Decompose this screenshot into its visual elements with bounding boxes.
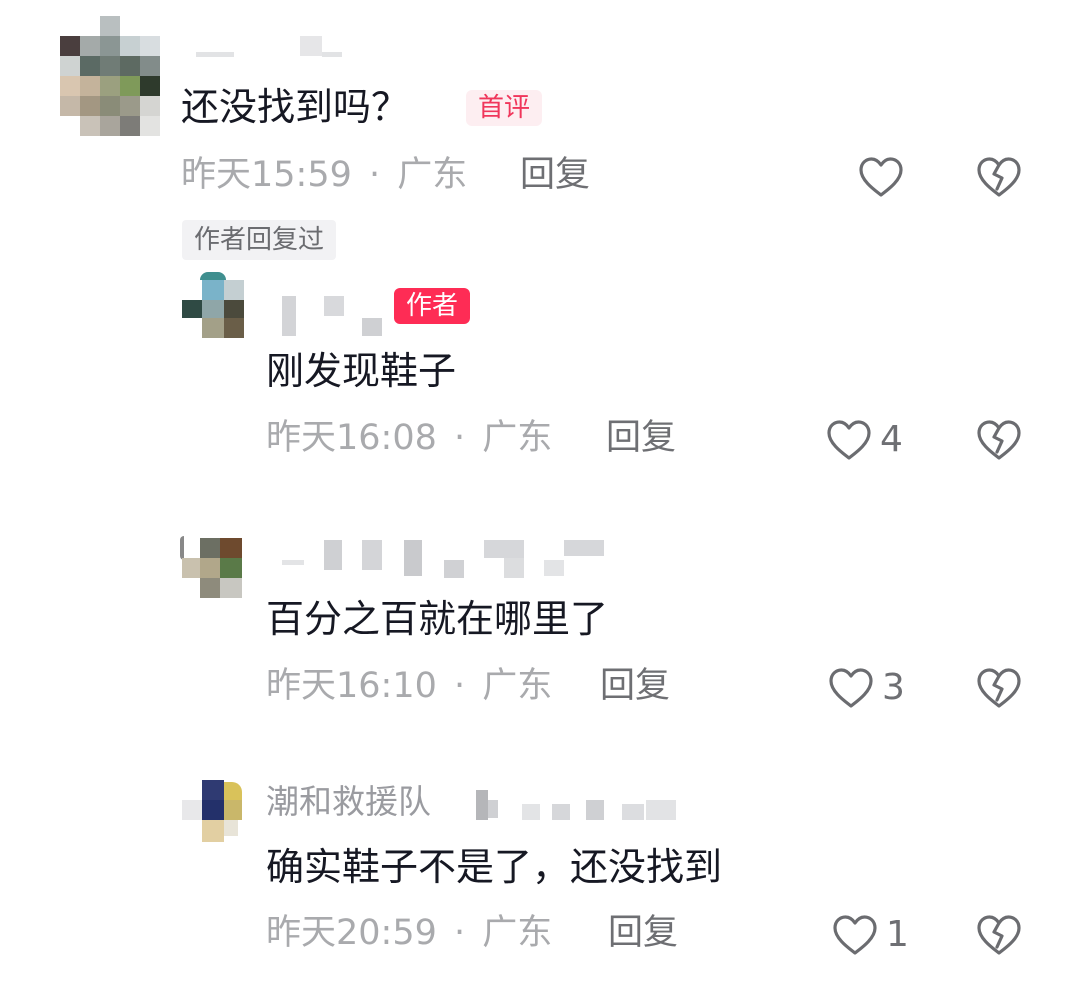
reply-button[interactable]: 回复 bbox=[606, 421, 676, 456]
comment-time: 昨天20:59 bbox=[266, 913, 437, 953]
avatar[interactable] bbox=[60, 16, 162, 138]
broken-heart-icon[interactable] bbox=[976, 156, 1022, 198]
broken-heart-icon[interactable] bbox=[976, 667, 1022, 709]
comment-time: 昨天16:10 bbox=[266, 666, 437, 706]
like-count: 1 bbox=[886, 914, 909, 955]
comment-text: 还没找到吗？ bbox=[181, 85, 410, 129]
like-count: 4 bbox=[880, 419, 903, 460]
avatar[interactable] bbox=[180, 532, 244, 602]
heart-outline-icon[interactable] bbox=[826, 419, 872, 461]
comment-location: 广东 bbox=[482, 418, 553, 458]
heart-outline-icon[interactable] bbox=[858, 156, 904, 198]
comment-meta: 昨天15:59 · 广东 bbox=[181, 158, 467, 193]
comment-text: 刚发现鞋子 bbox=[266, 349, 457, 393]
author-replied-tag: 作者回复过 bbox=[182, 220, 337, 260]
first-comment-badge: 首评 bbox=[466, 90, 543, 126]
comment-meta: 昨天16:10 · 广东 bbox=[266, 669, 552, 704]
comment-time: 昨天15:59 bbox=[181, 155, 352, 195]
like-count: 3 bbox=[882, 667, 905, 708]
meta-separator: · bbox=[454, 666, 466, 706]
meta-separator: · bbox=[454, 913, 466, 953]
author-badge: 作者 bbox=[394, 288, 471, 324]
avatar[interactable] bbox=[182, 780, 244, 844]
reply-button[interactable]: 回复 bbox=[600, 669, 670, 704]
comment-location: 广东 bbox=[482, 913, 553, 953]
broken-heart-icon[interactable] bbox=[976, 914, 1022, 956]
username[interactable]: 潮和救援队 bbox=[266, 785, 431, 818]
reply-button[interactable]: 回复 bbox=[608, 916, 678, 951]
comment-location: 广东 bbox=[482, 666, 553, 706]
comment-meta: 昨天16:08 · 广东 bbox=[266, 421, 552, 456]
meta-separator: · bbox=[369, 155, 381, 195]
broken-heart-icon[interactable] bbox=[976, 419, 1022, 461]
comment-time: 昨天16:08 bbox=[266, 418, 437, 458]
heart-outline-icon[interactable] bbox=[832, 914, 878, 956]
reply-button[interactable]: 回复 bbox=[520, 158, 590, 193]
comment-text: 百分之百就在哪里了 bbox=[266, 597, 609, 641]
comment-meta: 昨天20:59 · 广东 bbox=[266, 916, 552, 951]
comment-text: 确实鞋子不是了，还没找到 bbox=[266, 845, 723, 889]
comment-location: 广东 bbox=[397, 155, 468, 195]
heart-outline-icon[interactable] bbox=[828, 667, 874, 709]
avatar[interactable] bbox=[182, 272, 244, 340]
meta-separator: · bbox=[454, 418, 466, 458]
